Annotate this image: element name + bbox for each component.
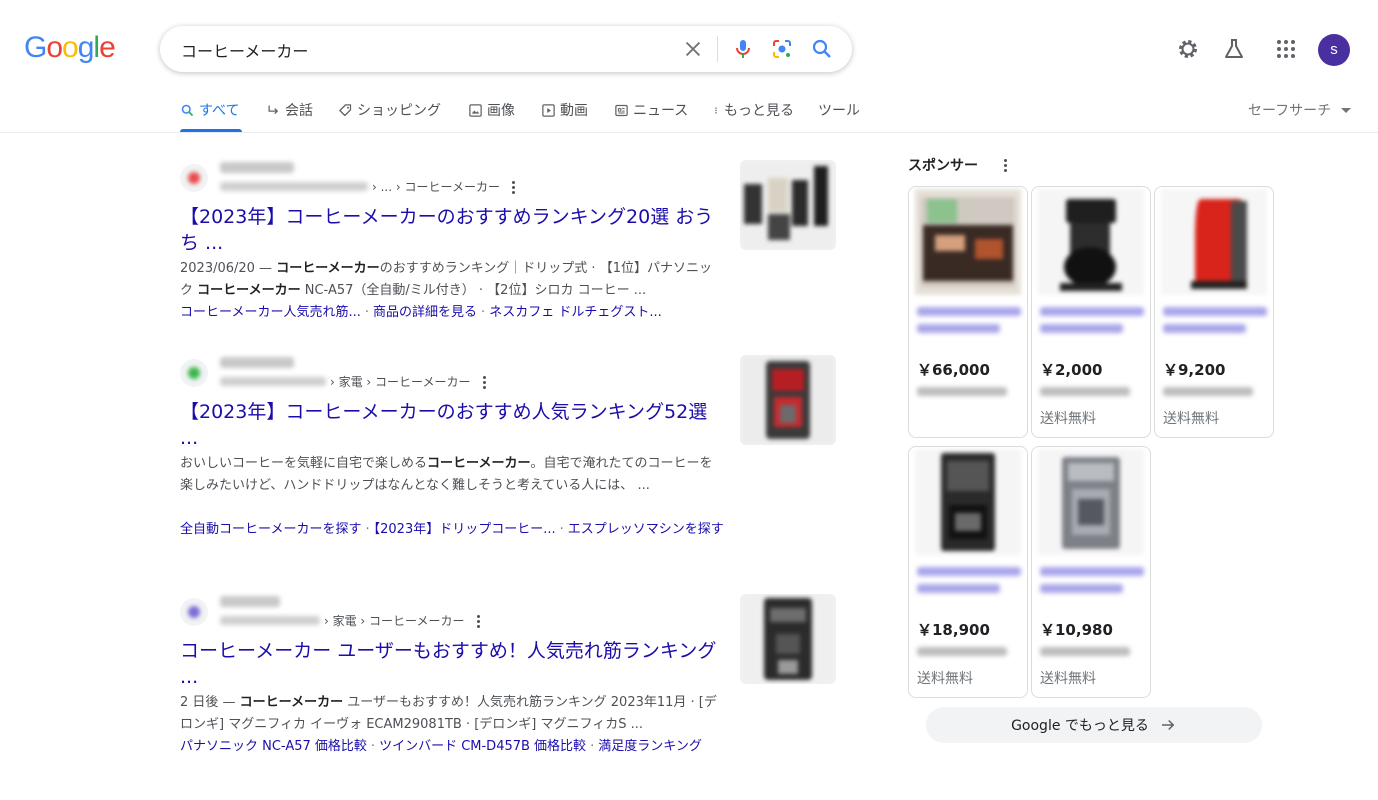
sitelink[interactable]: 【2023年】ドリップコーヒー...: [374, 522, 556, 537]
product-image: [1038, 449, 1144, 555]
sitelink[interactable]: パナソニック NC-A57 価格比較: [180, 739, 367, 754]
safesearch-dropdown[interactable]: セーフサーチ: [1248, 100, 1352, 120]
product-price: ￥18,900: [917, 621, 990, 639]
result-thumbnail[interactable]: [740, 594, 836, 684]
product-image: [915, 189, 1021, 295]
settings-gear-icon[interactable]: [1176, 37, 1200, 61]
sitelink[interactable]: エスプレッソマシンを探す: [568, 522, 724, 537]
result-title[interactable]: コーヒーメーカー ユーザーもおすすめ！人気売れ筋ランキング ...: [180, 638, 720, 690]
site-name-blurred[interactable]: [220, 357, 294, 368]
result-title[interactable]: 【2023年】コーヒーメーカーのおすすめ人気ランキング52選 ...: [180, 399, 720, 451]
reply-arrow-icon: [268, 105, 279, 114]
tab-conversation[interactable]: 会話: [266, 100, 313, 120]
site-url-blurred: [220, 616, 320, 625]
site-favicon: [180, 164, 208, 192]
sitelink[interactable]: コーヒーメーカー人気売れ筋...: [180, 305, 361, 320]
sitelinks: コーヒーメーカー人気売れ筋... · 商品の詳細を見る · ネスカフェ ドルチェグスト.…: [180, 305, 662, 320]
sitelink[interactable]: 満足度ランキング: [598, 739, 702, 754]
product-card[interactable]: ￥2,000 送料無料: [1031, 186, 1151, 438]
product-title-blurred: [917, 307, 1021, 341]
search-input[interactable]: コーヒーメーカー: [181, 38, 308, 62]
site-breadcrumb[interactable]: › 家電 › コーヒーメーカー: [220, 612, 481, 629]
product-card[interactable]: ￥10,980 送料無料: [1031, 446, 1151, 698]
tab-images[interactable]: 画像: [468, 100, 515, 120]
site-name-blurred[interactable]: [220, 162, 294, 173]
sitelink[interactable]: ネスカフェ ドルチェグスト...: [489, 305, 662, 320]
labs-flask-icon[interactable]: [1222, 37, 1246, 61]
arrow-right-icon: [1161, 719, 1175, 731]
product-price: ￥2,000: [1040, 361, 1103, 379]
more-options-icon[interactable]: [476, 614, 481, 628]
result-snippet: 2 日後 — コーヒーメーカー ユーザーもおすすめ！人気売れ筋ランキング 202…: [180, 695, 717, 732]
site-url-blurred: [220, 182, 368, 191]
result-snippet: 2023/06/20 — コーヒーメーカーのおすすめランキング｜ドリップ式 · …: [180, 261, 712, 298]
shipping-label: 送料無料: [1040, 411, 1096, 427]
sitelink[interactable]: 商品の詳細を見る: [373, 305, 477, 320]
image-icon: [469, 103, 482, 117]
product-title-blurred: [1163, 307, 1267, 341]
google-lens-icon[interactable]: [770, 37, 794, 61]
site-favicon: [180, 359, 208, 387]
site-breadcrumb[interactable]: › 家電 › コーヒーメーカー: [220, 373, 487, 390]
account-avatar[interactable]: s: [1318, 34, 1350, 66]
product-card[interactable]: ￥9,200 送料無料: [1154, 186, 1274, 438]
tabbar-divider: [0, 132, 1378, 133]
search-icon: [181, 104, 194, 116]
merchant-name-blurred: [1040, 647, 1130, 656]
more-options-icon[interactable]: [482, 375, 487, 389]
product-image: [1161, 189, 1267, 295]
product-title-blurred: [917, 567, 1021, 601]
sitelink[interactable]: 全自動コーヒーメーカーを探す: [180, 522, 361, 537]
tab-all[interactable]: すべて: [180, 100, 239, 120]
sitelinks: パナソニック NC-A57 価格比較 · ツインバード CM-D457B 価格比較 ·…: [180, 739, 702, 754]
clear-icon[interactable]: [682, 38, 704, 60]
result-title[interactable]: 【2023年】コーヒーメーカーのおすすめランキング20選 おうち ...: [180, 204, 720, 256]
search-icon[interactable]: [810, 37, 834, 61]
tab-news[interactable]: ニュース: [614, 100, 688, 120]
more-options-icon[interactable]: [512, 180, 516, 194]
tab-tools[interactable]: ツール: [818, 100, 860, 120]
merchant-name-blurred: [917, 387, 1007, 396]
shipping-label: 送料無料: [1040, 671, 1096, 687]
search-divider: [717, 36, 718, 62]
sitelinks: 全自動コーヒーメーカーを探す · 【2023年】ドリップコーヒー... · エスプレッソ…: [180, 522, 724, 537]
search-box[interactable]: コーヒーメーカー: [160, 26, 852, 72]
product-price: ￥9,200: [1163, 361, 1226, 379]
tab-shopping[interactable]: ショッピング: [338, 100, 441, 120]
shipping-label: 送料無料: [917, 671, 973, 687]
microphone-icon[interactable]: [731, 37, 755, 61]
google-logo[interactable]: Google: [24, 33, 116, 63]
caret-down-icon: [1341, 107, 1352, 113]
news-icon: [615, 104, 628, 116]
more-vert-icon: [715, 106, 717, 114]
site-favicon: [180, 598, 208, 626]
product-image: [915, 449, 1021, 555]
result-thumbnail[interactable]: [740, 160, 836, 250]
merchant-name-blurred: [917, 647, 1007, 656]
site-url-blurred: [220, 377, 326, 386]
tag-icon: [339, 103, 352, 116]
tab-videos[interactable]: 動画: [541, 100, 588, 120]
sitelink[interactable]: ツインバード CM-D457B 価格比較: [379, 739, 586, 754]
result-thumbnail[interactable]: [740, 355, 836, 445]
product-image: [1038, 189, 1144, 295]
tab-more[interactable]: もっと見る: [712, 100, 794, 120]
shipping-label: 送料無料: [1163, 411, 1219, 427]
apps-grid-icon[interactable]: [1274, 37, 1298, 61]
play-icon: [542, 103, 555, 117]
merchant-name-blurred: [1040, 387, 1130, 396]
result-snippet: おいしいコーヒーを気軽に自宅で楽しめるコーヒーメーカー。自宅で淹れたてのコーヒー…: [180, 456, 713, 493]
more-on-google-button[interactable]: Google でもっと見る: [926, 707, 1262, 743]
product-card[interactable]: ￥66,000: [908, 186, 1028, 438]
product-card[interactable]: ￥18,900 送料無料: [908, 446, 1028, 698]
product-title-blurred: [1040, 567, 1144, 601]
product-price: ￥10,980: [1040, 621, 1113, 639]
product-price: ￥66,000: [917, 361, 990, 379]
sponsored-heading: スポンサー: [908, 155, 1008, 175]
site-breadcrumb[interactable]: › ... › コーヒーメーカー: [220, 178, 516, 195]
product-title-blurred: [1040, 307, 1144, 341]
more-options-icon[interactable]: [1004, 158, 1008, 172]
merchant-name-blurred: [1163, 387, 1253, 396]
site-name-blurred[interactable]: [220, 596, 280, 607]
